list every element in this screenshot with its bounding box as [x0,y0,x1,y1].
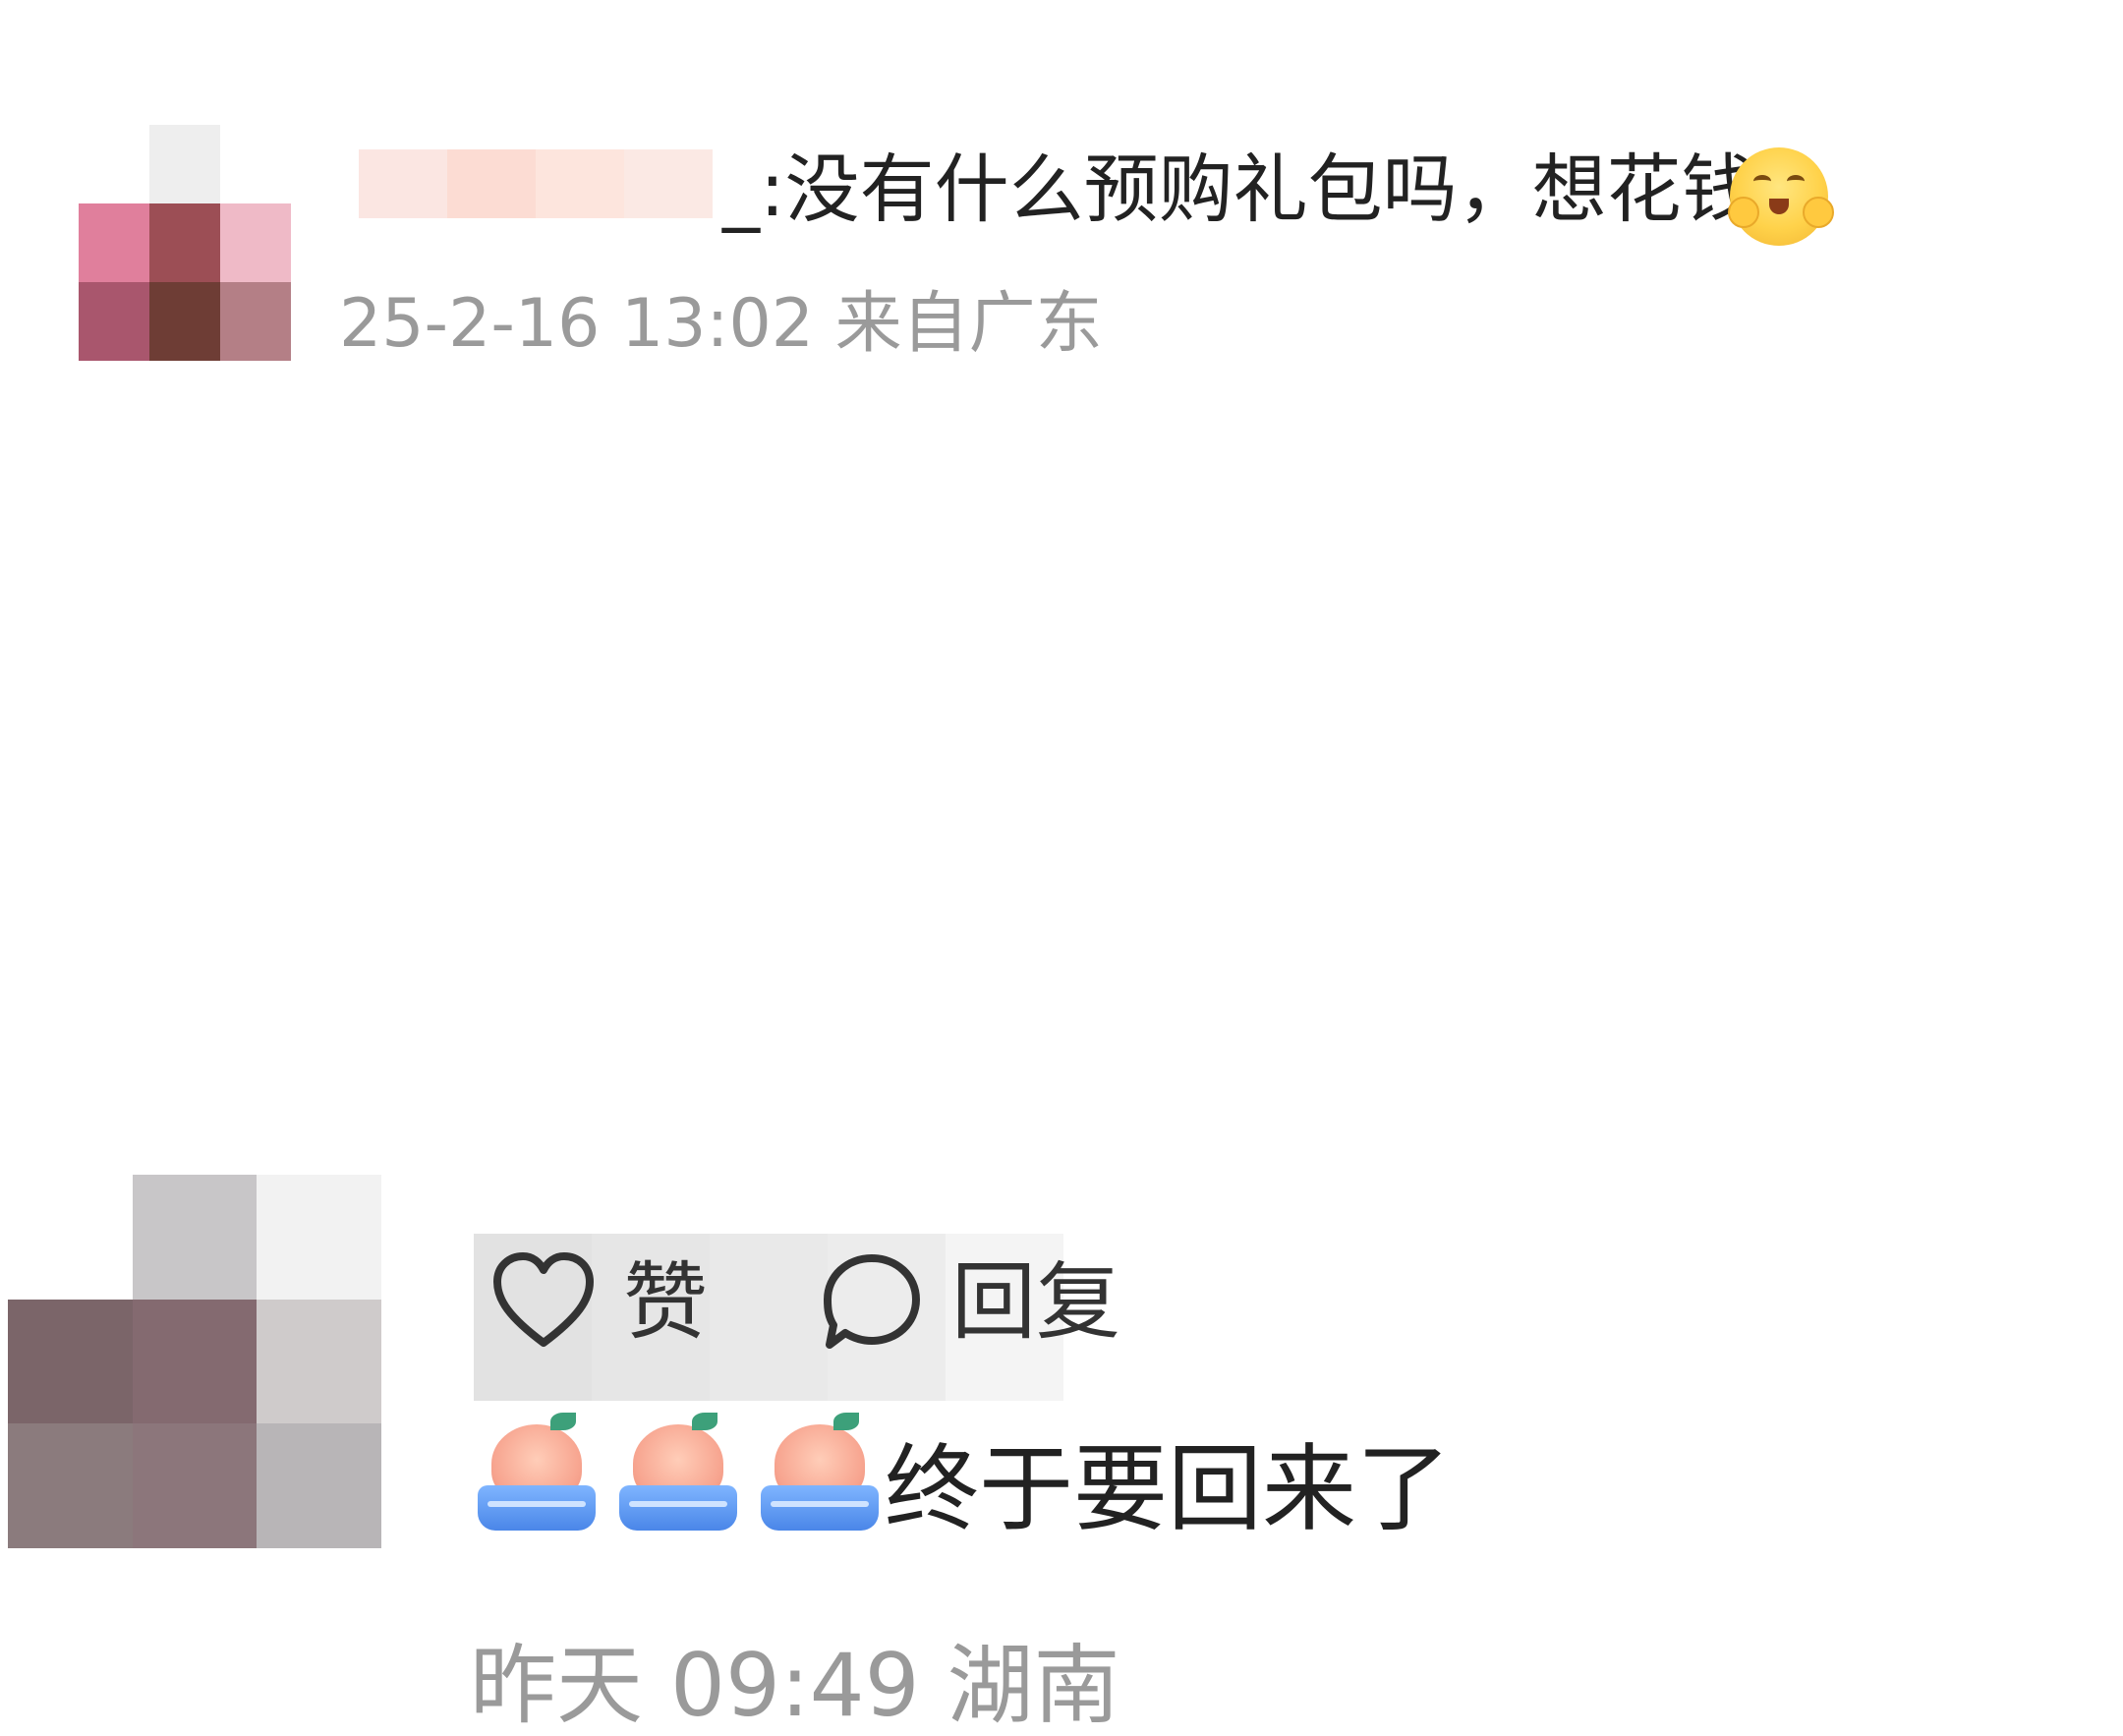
hugging-face-emoji [1728,147,1834,246]
reply-label: 回复 [951,1253,1120,1352]
like-button[interactable]: 赞 [489,1248,708,1357]
like-label: 赞 [623,1253,708,1352]
comment-meta: 昨天 09:49 湖南 [470,1635,1120,1736]
comment-text: _:没有什么预购礼包吗，想花钱 [722,145,1756,233]
blur-block [447,149,536,218]
emoji-mouth [1769,199,1789,214]
avatar-pixel [149,203,220,282]
reply-button[interactable]: 回复 [818,1248,1120,1357]
heart-icon [493,1252,594,1347]
avatar-pixel [220,203,291,282]
peach-in-basin-emoji [757,1411,883,1536]
avatar-pixel [79,125,149,203]
basin-shape [619,1485,737,1531]
peach-leaf [692,1413,717,1430]
peach-leaf [550,1413,576,1430]
basin-shape [478,1485,596,1531]
blur-block [536,149,624,218]
comment-bubble-icon [824,1254,920,1349]
avatar-pixel [79,203,149,282]
avatar-pixel [8,1299,133,1424]
peach-in-basin-emoji [474,1411,600,1536]
avatar-pixel [220,125,291,203]
avatar-pixel [257,1299,381,1424]
avatar-pixel [8,1423,133,1548]
avatar-pixel [132,1423,258,1548]
blur-block [710,1234,828,1401]
emoji-eye [1753,175,1771,188]
avatar-pixel [132,1299,258,1424]
avatar-pixel [8,1175,133,1300]
avatar[interactable] [79,125,291,361]
avatar-pixel [257,1423,381,1548]
avatar-pixel [220,282,291,361]
emoji-eye [1787,175,1805,188]
blur-block [624,149,713,218]
avatar-pixel [132,1175,258,1300]
comment-meta: 25-2-16 13:02 来自广东 [339,285,1103,363]
peach-leaf [833,1413,859,1430]
basin-shape [761,1485,879,1531]
peach-in-basin-emoji [615,1411,741,1536]
avatar-pixel [257,1175,381,1300]
blur-block [359,149,447,218]
avatar-pixel [149,125,220,203]
comment-item: _:没有什么预购礼包吗，想花钱 25-2-16 13:02 来自广东 [0,0,2123,472]
username-blurred[interactable] [359,149,713,218]
emoji-hand [1803,197,1834,228]
emoji-hand [1728,197,1759,228]
avatar-pixel [149,282,220,361]
avatar[interactable] [8,1175,381,1548]
comment-text: 终于要回来了 [885,1434,1451,1544]
avatar-pixel [79,282,149,361]
